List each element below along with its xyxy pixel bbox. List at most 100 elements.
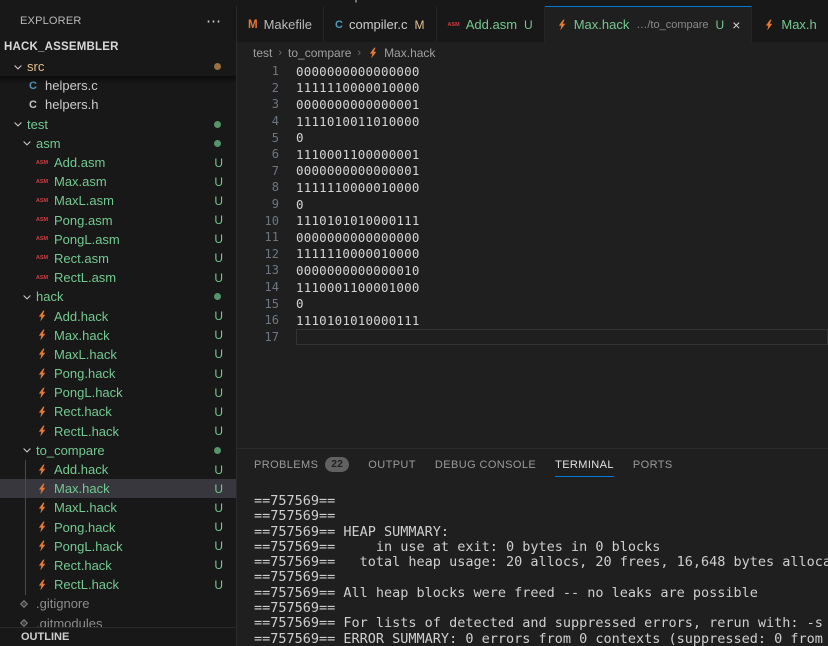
menu-edit[interactable]: Edit	[6, 0, 50, 6]
file-helpers-h[interactable]: Chelpers.h	[0, 95, 236, 114]
file-max-hack[interactable]: Max.hackU	[0, 479, 236, 498]
line-number: 11	[237, 230, 279, 244]
tree-root-hack-assembler[interactable]: HACK_ASSEMBLER	[0, 37, 236, 57]
file-rect-hack[interactable]: Rect.hackU	[0, 402, 236, 421]
folder-asm[interactable]: asm	[0, 134, 236, 153]
git-status-badge: U	[214, 405, 223, 419]
file-rect-hack[interactable]: Rect.hackU	[0, 556, 236, 575]
tree-item-label: PongL.hack	[54, 385, 123, 400]
folder-test[interactable]: test	[0, 115, 236, 134]
line-number: 6	[237, 147, 279, 161]
file-pongl-hack[interactable]: PongL.hackU	[0, 383, 236, 402]
file-pong-hack[interactable]: Pong.hackU	[0, 518, 236, 537]
folder-src[interactable]: src	[0, 57, 236, 76]
line-number: 3	[237, 97, 279, 111]
menu-run[interactable]: Run	[211, 0, 256, 6]
file-maxl-hack[interactable]: MaxL.hackU	[0, 345, 236, 364]
panel-tab-ports[interactable]: PORTS	[633, 449, 673, 480]
file-add-asm[interactable]: ASMAdd.asmU	[0, 153, 236, 172]
hack-icon	[36, 540, 48, 552]
file-add-hack[interactable]: Add.hackU	[0, 306, 236, 325]
file-pongl-asm[interactable]: ASMPongL.asmU	[0, 230, 236, 249]
close-icon[interactable]: ×	[732, 18, 740, 32]
file-rect-asm[interactable]: ASMRect.asmU	[0, 249, 236, 268]
tree-item-label: Max.hack	[54, 328, 110, 343]
code-line-13[interactable]: 130000000000000010	[237, 262, 828, 279]
git-status-badge: U	[214, 347, 223, 361]
file-pong-hack[interactable]: Pong.hackU	[0, 364, 236, 383]
tab-compiler-c[interactable]: Ccompiler.cM	[324, 6, 436, 42]
tab-max-hack[interactable]: Max.hack…/to_compareU×	[545, 6, 753, 42]
file-max-hack[interactable]: Max.hackU	[0, 326, 236, 345]
tab-makefile[interactable]: MMakefile	[237, 6, 324, 42]
folder-hack[interactable]: hack	[0, 287, 236, 306]
panel-tab-output[interactable]: OUTPUT	[368, 449, 416, 480]
code-line-14[interactable]: 141110001100001000	[237, 279, 828, 296]
code-line-2[interactable]: 21111110000010000	[237, 80, 828, 97]
editor-group: MMakefileCcompiler.cMASMAdd.asmUMax.hack…	[237, 6, 828, 646]
panel-tab-bar: PROBLEMS22 OUTPUT DEBUG CONSOLE TERMINAL POR…	[237, 449, 828, 480]
file-rectl-hack[interactable]: RectL.hackU	[0, 422, 236, 441]
code-line-7[interactable]: 70000000000000001	[237, 163, 828, 180]
code-line-4[interactable]: 41111010011010000	[237, 113, 828, 130]
menu-view[interactable]: View	[123, 0, 172, 6]
tab-label: Max.h	[781, 17, 816, 32]
chevron-down-icon	[12, 61, 24, 73]
outline-section[interactable]: OUTLINE	[0, 627, 236, 646]
tab-add-asm[interactable]: ASMAdd.asmU	[437, 6, 545, 42]
menu-help[interactable]: Help	[325, 0, 373, 6]
file-max-asm[interactable]: ASMMax.asmU	[0, 172, 236, 191]
code-line-16[interactable]: 161110101010000111	[237, 312, 828, 329]
file-pong-asm[interactable]: ASMPong.asmU	[0, 211, 236, 230]
git-status-badge: U	[214, 539, 223, 553]
breadcrumb[interactable]: test›to_compare›Max.hack	[237, 42, 828, 63]
file-gitignore[interactable]: .gitignore	[0, 594, 236, 613]
panel-tab-debug-console[interactable]: DEBUG CONSOLE	[435, 449, 536, 480]
git-status-badge: U	[214, 175, 223, 189]
breadcrumb-item-to_compare[interactable]: to_compare	[288, 46, 351, 60]
git-status-badge: U	[214, 251, 223, 265]
panel-tab-terminal[interactable]: TERMINAL	[555, 449, 614, 480]
file-maxl-asm[interactable]: ASMMaxL.asmU	[0, 191, 236, 210]
file-rectl-asm[interactable]: ASMRectL.asmU	[0, 268, 236, 287]
file-maxl-hack[interactable]: MaxL.hackU	[0, 498, 236, 517]
code-line-15[interactable]: 150	[237, 295, 828, 312]
code-line-9[interactable]: 90	[237, 196, 828, 213]
menu-selection[interactable]: Selection	[50, 0, 123, 6]
panel-tab-problems[interactable]: PROBLEMS22	[254, 449, 349, 480]
asm-icon: ASM	[36, 255, 48, 261]
asm-icon: ASM	[36, 236, 48, 242]
panel-tab-label: DEBUG CONSOLE	[435, 459, 536, 471]
code-line-17[interactable]: 17	[237, 329, 828, 346]
menu-terminal[interactable]: Terminal	[256, 0, 325, 6]
code-line-5[interactable]: 50	[237, 129, 828, 146]
breadcrumb-item-test[interactable]: test	[253, 46, 272, 60]
code-line-3[interactable]: 30000000000000001	[237, 96, 828, 113]
tab-max-h[interactable]: Max.h	[752, 6, 828, 42]
menu-go[interactable]: Go	[172, 0, 211, 6]
asm-icon: ASM	[36, 217, 48, 223]
git-modified-dot	[214, 447, 221, 454]
file-rectl-hack[interactable]: RectL.hackU	[0, 575, 236, 594]
code-line-10[interactable]: 101110101010000111	[237, 212, 828, 229]
folder-to-compare[interactable]: to_compare	[0, 441, 236, 460]
code-line-6[interactable]: 61110001100000001	[237, 146, 828, 163]
panel-tab-label: PROBLEMS	[254, 459, 318, 471]
line-text: 0000000000000010	[296, 262, 828, 279]
terminal-output[interactable]: ==757569====757569====757569== HEAP SUMM…	[254, 494, 828, 646]
code-line-12[interactable]: 121111110000010000	[237, 246, 828, 263]
breadcrumb-item-max.hack[interactable]: Max.hack	[384, 46, 435, 60]
tab-git-state: U	[524, 18, 533, 32]
chevron-down-icon	[21, 291, 33, 303]
file-helpers-c[interactable]: Chelpers.c	[0, 76, 236, 95]
line-number: 10	[237, 214, 279, 228]
line-text: 1111010011010000	[296, 113, 828, 130]
ellipsis-icon[interactable]: ⋯	[206, 12, 222, 30]
code-line-11[interactable]: 110000000000000000	[237, 229, 828, 246]
asm-icon: ASM	[448, 22, 460, 28]
code-line-1[interactable]: 10000000000000000	[237, 63, 828, 80]
code-line-8[interactable]: 81111110000010000	[237, 179, 828, 196]
file-pongl-hack[interactable]: PongL.hackU	[0, 537, 236, 556]
file-add-hack[interactable]: Add.hackU	[0, 460, 236, 479]
editor-content[interactable]: 1000000000000000021111110000010000300000…	[237, 63, 828, 448]
